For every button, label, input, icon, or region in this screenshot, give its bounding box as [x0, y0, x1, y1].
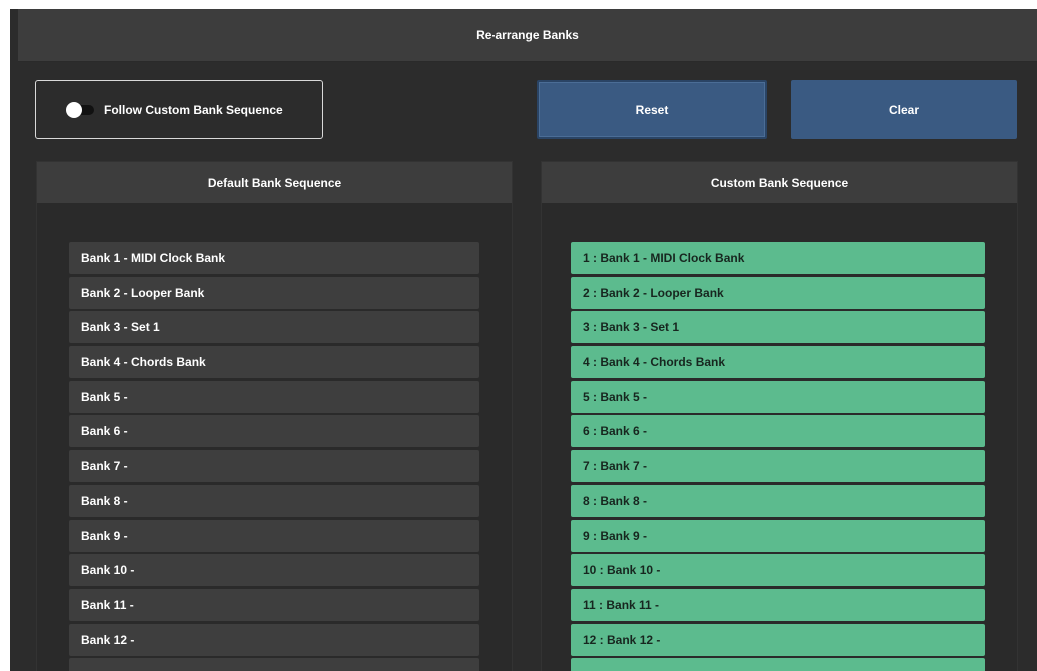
default-bank-item[interactable]: Bank 2 - Looper Bank	[69, 276, 479, 309]
rearrange-banks-window: Re-arrange Banks Follow Custom Bank Sequ…	[10, 9, 1037, 671]
custom-sequence-list: 1 : Bank 1 - MIDI Clock Bank 2 : Bank 2 …	[571, 242, 985, 671]
window-title: Re-arrange Banks	[18, 9, 1037, 62]
default-bank-item[interactable]: Bank 10 -	[69, 554, 479, 587]
custom-sequence-panel: Custom Bank Sequence 1 : Bank 1 - MIDI C…	[541, 161, 1018, 671]
reset-button[interactable]: Reset	[537, 80, 767, 139]
follow-custom-sequence-toggle[interactable]: Follow Custom Bank Sequence	[35, 80, 323, 139]
custom-bank-item[interactable]: 6 : Bank 6 -	[571, 415, 985, 448]
custom-bank-item[interactable]: 2 : Bank 2 - Looper Bank	[571, 276, 985, 309]
default-bank-item[interactable]: Bank 11 -	[69, 588, 479, 621]
default-sequence-header: Default Bank Sequence	[37, 162, 512, 203]
default-sequence-panel: Default Bank Sequence Bank 1 - MIDI Cloc…	[36, 161, 513, 671]
toggle-label: Follow Custom Bank Sequence	[104, 102, 283, 117]
custom-bank-item[interactable]: 11 : Bank 11 -	[571, 588, 985, 621]
custom-bank-item[interactable]: 12 : Bank 12 -	[571, 623, 985, 656]
default-bank-item[interactable]: Bank 7 -	[69, 450, 479, 483]
custom-bank-item-partial[interactable]	[571, 658, 985, 671]
custom-bank-item[interactable]: 10 : Bank 10 -	[571, 554, 985, 587]
clear-button[interactable]: Clear	[791, 80, 1017, 139]
default-sequence-list: Bank 1 - MIDI Clock Bank Bank 2 - Looper…	[69, 242, 479, 671]
custom-bank-item[interactable]: 4 : Bank 4 - Chords Bank	[571, 346, 985, 379]
default-bank-item[interactable]: Bank 1 - MIDI Clock Bank	[69, 242, 479, 274]
default-bank-item[interactable]: Bank 4 - Chords Bank	[69, 346, 479, 379]
default-bank-item-partial[interactable]	[69, 658, 479, 671]
default-bank-item[interactable]: Bank 8 -	[69, 484, 479, 517]
custom-bank-item[interactable]: 1 : Bank 1 - MIDI Clock Bank	[571, 242, 985, 274]
custom-bank-item[interactable]: 3 : Bank 3 - Set 1	[571, 311, 985, 344]
custom-bank-item[interactable]: 8 : Bank 8 -	[571, 484, 985, 517]
custom-bank-item[interactable]: 5 : Bank 5 -	[571, 380, 985, 413]
custom-sequence-header: Custom Bank Sequence	[542, 162, 1017, 203]
toggle-knob	[66, 101, 82, 118]
default-bank-item[interactable]: Bank 3 - Set 1	[69, 311, 479, 344]
default-bank-item[interactable]: Bank 12 -	[69, 623, 479, 656]
default-bank-item[interactable]: Bank 6 -	[69, 415, 479, 448]
default-bank-item[interactable]: Bank 5 -	[69, 380, 479, 413]
custom-bank-item[interactable]: 9 : Bank 9 -	[571, 519, 985, 552]
custom-bank-item[interactable]: 7 : Bank 7 -	[571, 450, 985, 483]
default-bank-item[interactable]: Bank 9 -	[69, 519, 479, 552]
toggle-switch-icon[interactable]	[66, 101, 94, 118]
